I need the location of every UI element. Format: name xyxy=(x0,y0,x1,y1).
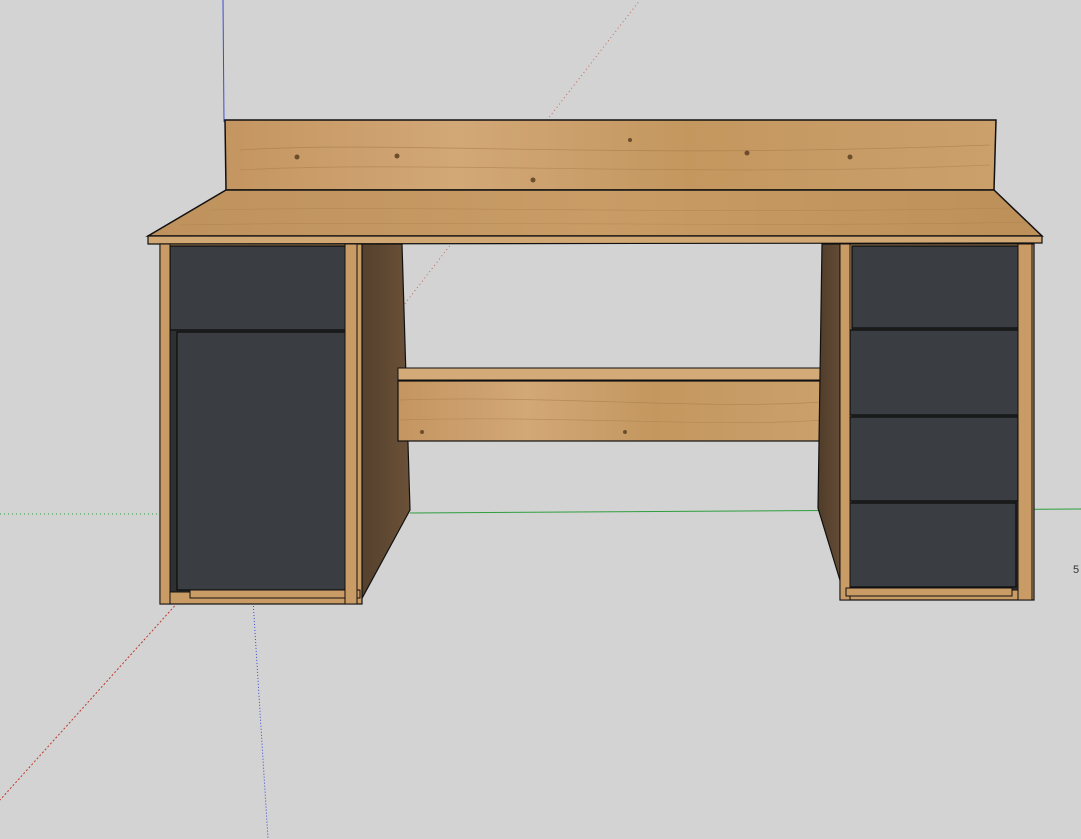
red-axis xyxy=(0,599,181,801)
backsplash[interactable] xyxy=(224,119,997,191)
desktop[interactable] xyxy=(145,189,1044,245)
right-cabinet[interactable] xyxy=(817,243,1035,601)
left-drawer[interactable] xyxy=(169,245,347,331)
right-drawer-3[interactable] xyxy=(849,416,1019,502)
scene[interactable] xyxy=(0,0,1081,839)
left-door[interactable] xyxy=(176,331,356,591)
blue-axis-down xyxy=(252,599,269,839)
right-drawer-2[interactable] xyxy=(849,329,1021,416)
stretcher-panel[interactable] xyxy=(397,367,825,442)
edge-text: 5 xyxy=(1073,564,1080,576)
blue-axis-up xyxy=(222,0,225,123)
left-cabinet[interactable] xyxy=(159,243,411,605)
right-drawer-1[interactable] xyxy=(851,245,1025,329)
3d-viewport[interactable]: 5 xyxy=(0,0,1081,839)
right-drawer-4[interactable] xyxy=(847,502,1017,588)
